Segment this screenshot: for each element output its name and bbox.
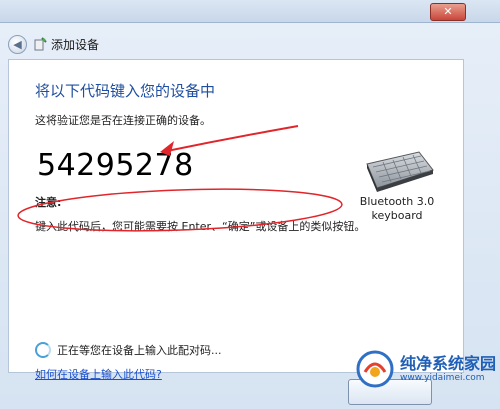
back-button[interactable]: ◀ (8, 34, 27, 54)
device-tile: Bluetooth 3.0 keyboard (349, 146, 445, 223)
waiting-text: 正在等您在设备上输入此配对码... (57, 344, 222, 357)
watermark-name: 纯净系统家园 (400, 354, 497, 373)
keyboard-icon (349, 146, 445, 195)
spinner-icon (35, 342, 51, 358)
device-name-line2: keyboard (371, 209, 423, 222)
pairing-code: 54295278 (37, 148, 194, 183)
site-watermark: 纯净系统家园 www.yidaimei.com (356, 350, 496, 388)
watermark-url: www.yidaimei.com (400, 373, 485, 383)
page-heading: 将以下代码键入您的设备中 (35, 82, 216, 100)
verify-subtext: 这将验证您是否在连接正确的设备。 (35, 114, 211, 127)
watermark-logo-icon (356, 350, 394, 388)
dialog-title: 添加设备 (51, 37, 100, 52)
browser-tab-strip: ✕ (0, 0, 500, 23)
note-label: 注意: (35, 196, 62, 209)
dialog-titlebar: ◀ 添加设备 (8, 33, 99, 55)
add-device-icon (33, 37, 47, 51)
dialog-content: 将以下代码键入您的设备中 这将验证您是否在连接正确的设备。 54295278 注… (8, 59, 464, 381)
waiting-status: 正在等您在设备上输入此配对码... (35, 342, 222, 358)
window-close-button[interactable]: ✕ (430, 3, 466, 21)
device-name-line1: Bluetooth 3.0 (359, 195, 435, 208)
note-text: 键入此代码后，您可能需要按 Enter、“确定”或设备上的类似按钮。 (35, 220, 366, 233)
